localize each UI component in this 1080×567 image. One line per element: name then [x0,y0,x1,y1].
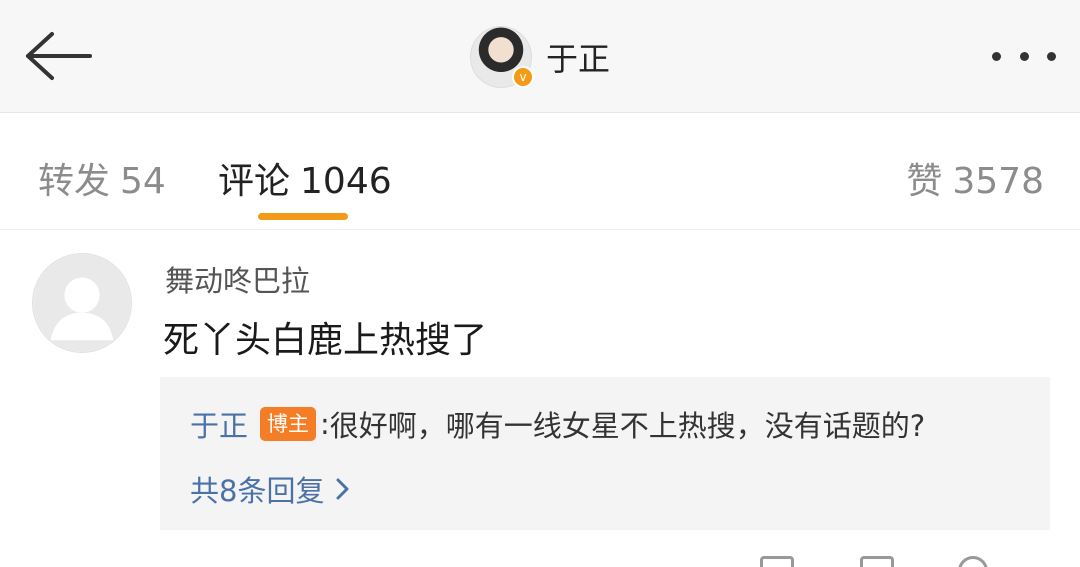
view-replies-link[interactable]: 共8条回复 [190,468,350,510]
reply-line: 于正 博主 : 很好啊，哪有一线女星不上热搜，没有话题的? [190,403,925,445]
active-tab-indicator [258,213,348,220]
tab-like[interactable]: 赞 3578 [906,152,1044,204]
commenter-username[interactable]: 舞动咚巴拉 [165,258,310,300]
tab-like-count: 3578 [952,161,1044,202]
verified-v-icon: v [512,66,534,88]
profile-header[interactable]: v 于正 [470,26,610,88]
avatar[interactable]: v [470,26,534,88]
tab-bar: 转发 54 评论 1046 赞 3578 [0,114,1080,230]
more-dots-icon[interactable] [992,42,1056,70]
tab-comment-count: 1046 [300,161,392,202]
share-icon[interactable] [760,556,794,567]
comment-text: 死丫头白鹿上热搜了 [163,320,488,361]
tab-repost-count: 54 [120,161,166,202]
reply-author[interactable]: 于正 [190,403,248,445]
reply-text: 很好啊，哪有一线女星不上热搜，没有话题的? [329,409,926,443]
chevron-right-icon [336,478,349,500]
default-user-icon [33,254,131,352]
view-replies-label: 共8条回复 [190,474,325,508]
host-badge: 博主 [260,407,317,441]
tab-like-label: 赞 [906,161,943,202]
comment-icon[interactable] [860,556,894,567]
tab-repost-label: 转发 [38,161,111,202]
tab-comment[interactable]: 评论 1046 [218,152,392,204]
like-icon[interactable] [958,556,988,567]
arrow-left-icon[interactable] [22,30,94,82]
profile-name[interactable]: 于正 [546,34,610,80]
commenter-avatar[interactable] [32,253,132,353]
top-navigation-bar: v 于正 [0,0,1080,113]
tab-comment-label: 评论 [218,161,291,202]
tab-repost[interactable]: 转发 54 [38,152,166,204]
comment-meta-row [0,548,1080,567]
reply-preview-box[interactable]: 于正 博主 : 很好啊，哪有一线女星不上热搜，没有话题的? 共8条回复 [160,377,1050,530]
reply-separator: : [320,407,330,441]
